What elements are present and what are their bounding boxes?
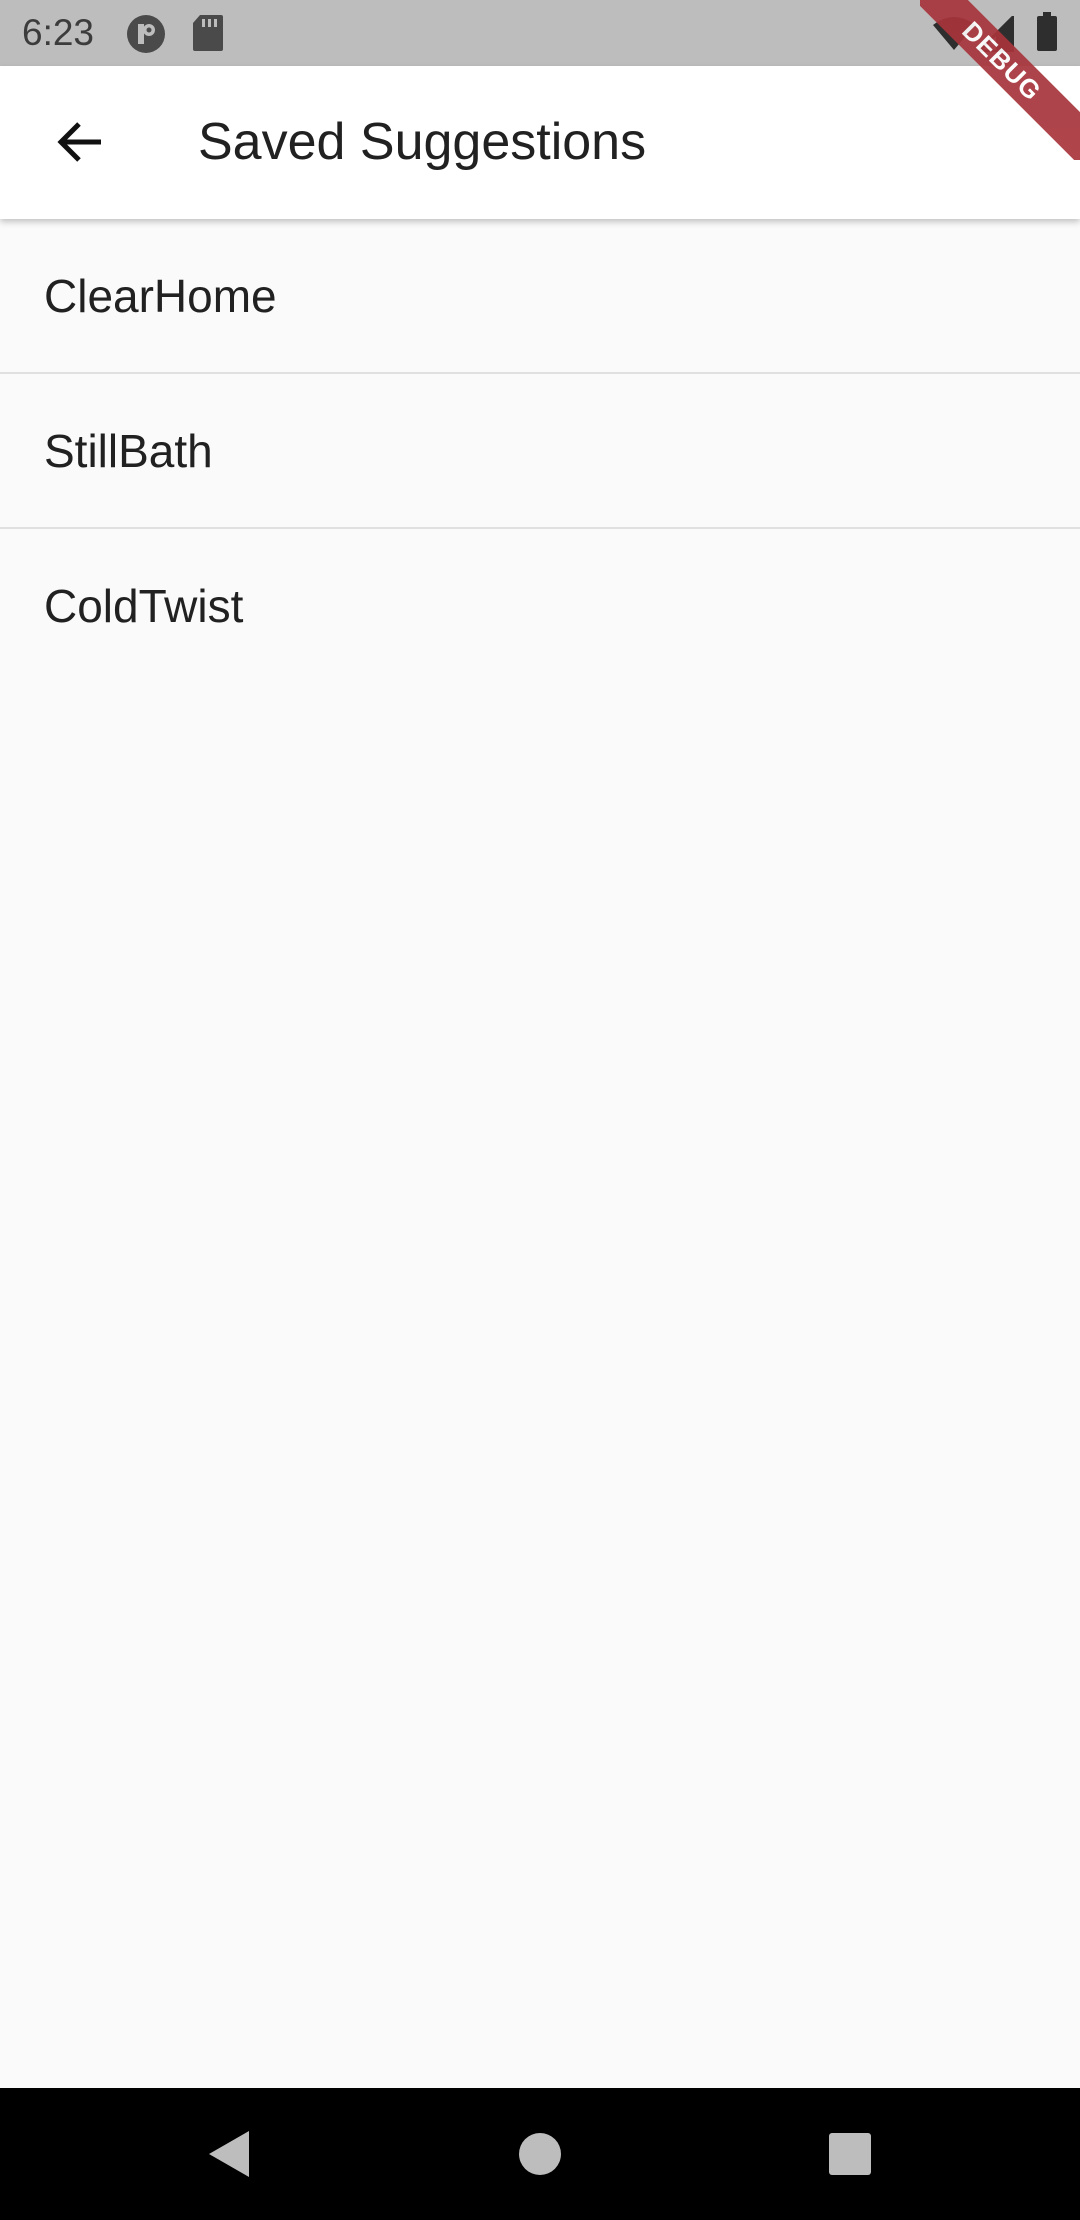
status-bar: 6:23: [0, 0, 1080, 66]
nav-back-button[interactable]: [198, 2124, 258, 2184]
back-button[interactable]: [36, 98, 124, 186]
nav-home-button[interactable]: [510, 2124, 570, 2184]
saved-suggestions-list: ClearHome StillBath ColdTwist: [0, 219, 1080, 682]
nav-back-icon: [205, 2129, 251, 2179]
app-bar: Saved Suggestions: [0, 66, 1080, 219]
list-item[interactable]: StillBath: [0, 374, 1080, 527]
app-notification-icon: [126, 14, 166, 59]
navigation-bar: [0, 2088, 1080, 2220]
screen: 6:23 Saved Suggestions ClearHome StillBa…: [0, 0, 1080, 2220]
nav-recents-icon: [828, 2132, 872, 2176]
list-item[interactable]: ColdTwist: [0, 529, 1080, 682]
page-title: Saved Suggestions: [198, 113, 647, 171]
list-item[interactable]: ClearHome: [0, 219, 1080, 372]
battery-icon: [1036, 12, 1058, 57]
list-item-label: ColdTwist: [44, 579, 244, 632]
wifi-icon: [932, 16, 976, 57]
signal-icon: [975, 13, 1015, 57]
nav-recents-button[interactable]: [820, 2124, 880, 2184]
status-time: 6:23: [22, 12, 95, 53]
arrow-back-icon: [55, 117, 105, 167]
nav-home-icon: [518, 2132, 562, 2176]
list-item-label: StillBath: [44, 424, 213, 477]
sd-card-icon: [192, 14, 224, 57]
list-item-label: ClearHome: [44, 269, 277, 322]
